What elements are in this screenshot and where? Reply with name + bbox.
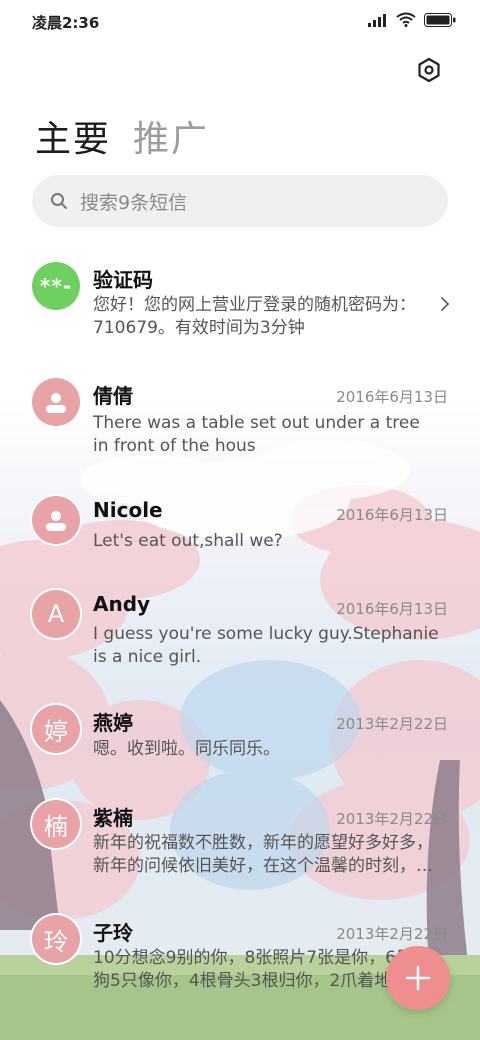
message-preview: 嗯。收到啦。同乐同乐。 [93,739,280,759]
avatar: **- [32,262,80,310]
contact-name: Andy [93,592,151,616]
wifi-icon [396,12,416,27]
contact-name: 燕婷 [93,711,133,735]
message-preview: I guess you're some lucky guy.Stephanie … [93,624,439,667]
message-date: 2013年2月22日 [336,810,448,828]
tab-bar: 主要 推广 [35,110,209,162]
avatar [32,496,80,544]
conversation-item[interactable]: **- 验证码 您好！您的网上营业厅登录的随机密码为：710679。有效时间为3… [0,250,480,350]
tab-promotions[interactable]: 推广 [133,110,209,162]
conversation-item[interactable]: 楠 紫楠 2013年2月22日 新年的祝福数不胜数，新年的愿望好多好多，新年的问… [0,788,480,888]
contact-name: 验证码 [93,268,153,292]
contact-name: Nicole [93,498,163,522]
avatar: 玲 [32,915,80,963]
conversation-item[interactable]: A Andy 2016年6月13日 I guess you're some lu… [0,578,480,678]
search-icon [50,192,68,210]
message-date: 2016年6月13日 [336,506,448,524]
new-message-button[interactable] [386,946,450,1010]
person-icon [46,393,66,413]
avatar: 婷 [32,705,80,753]
message-date: 2016年6月13日 [336,388,448,406]
chevron-right-icon [441,297,450,311]
person-icon [46,511,66,531]
settings-button[interactable] [414,55,444,85]
signal-icon [368,13,386,27]
battery-icon [424,12,456,27]
avatar: A [32,590,80,638]
search-bar[interactable]: 搜索9条短信 [32,175,448,227]
contact-name: 紫楠 [93,806,133,830]
contact-name: 倩倩 [93,384,133,408]
message-preview: Let's eat out,shall we? [93,531,283,551]
message-date: 2013年2月22日 [336,925,448,943]
message-preview: 新年的祝福数不胜数，新年的愿望好多好多，新年的问候依旧美好，在这个温馨的时刻，… [93,833,433,876]
conversation-item[interactable]: Nicole 2016年6月13日 Let's eat out,shall we… [0,484,480,564]
conversation-item[interactable]: 倩倩 2016年6月13日 There was a table set out … [0,366,480,466]
status-icons [368,12,456,27]
contact-name: 子玲 [93,921,133,945]
message-date: 2016年6月13日 [336,600,448,618]
message-preview: There was a table set out under a tree i… [93,413,420,456]
settings-hexagon-icon [418,57,440,83]
tab-main[interactable]: 主要 [35,110,111,162]
plus-icon [405,965,431,991]
avatar: 楠 [32,800,80,848]
conversation-item[interactable]: 婷 燕婷 2013年2月22日 嗯。收到啦。同乐同乐。 [0,693,480,773]
avatar [32,378,80,426]
message-preview: 您好！您的网上营业厅登录的随机密码为：710679。有效时间为3分钟 [93,295,416,338]
status-time: 凌晨2:36 [32,14,100,32]
search-input[interactable]: 搜索9条短信 [80,188,187,215]
status-bar: 凌晨2:36 [0,0,480,42]
message-date: 2013年2月22日 [336,715,448,733]
